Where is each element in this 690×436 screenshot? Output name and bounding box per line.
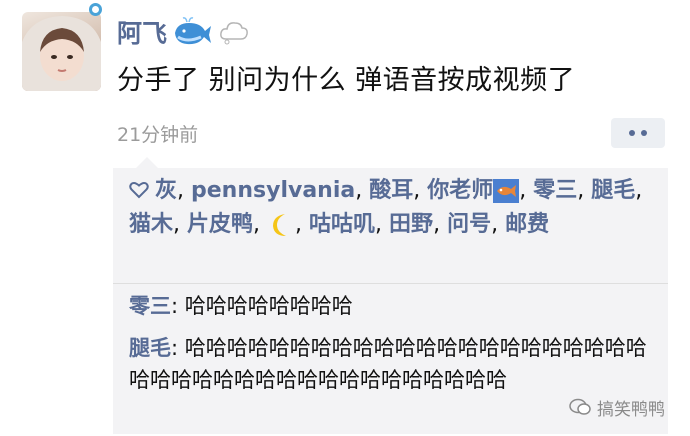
like-name[interactable]: 片皮鸭 bbox=[187, 212, 253, 237]
likes-list: 灰, pennsylvania, 酸耳, 你老师 , 零三, 腿毛, 猫木, 片… bbox=[129, 178, 643, 237]
watermark-text: 搞笑鸭鸭 bbox=[597, 399, 665, 420]
like-name[interactable]: 零三 bbox=[533, 178, 577, 203]
watermark: 搞笑鸭鸭 bbox=[569, 394, 665, 420]
post-header: 阿飞 bbox=[117, 15, 249, 49]
status-dot bbox=[89, 3, 102, 16]
like-name[interactable]: 腿毛 bbox=[591, 178, 635, 203]
like-name[interactable]: 田野 bbox=[389, 212, 433, 237]
comment-text: 哈哈哈哈哈哈哈哈 bbox=[184, 294, 353, 318]
like-name[interactable]: 你老师 bbox=[427, 178, 493, 203]
avatar[interactable] bbox=[22, 12, 101, 91]
like-name[interactable]: 邮费 bbox=[505, 212, 549, 237]
panel-arrow bbox=[136, 157, 158, 168]
cloud-emoji-icon bbox=[220, 22, 248, 45]
username-link[interactable]: 阿飞 bbox=[117, 14, 167, 50]
more-button[interactable] bbox=[611, 118, 665, 148]
like-name[interactable]: 问号 bbox=[447, 212, 491, 237]
chat-bubble-icon bbox=[569, 398, 591, 415]
like-name[interactable]: 酸耳 bbox=[369, 178, 413, 203]
comment-item[interactable]: 零三: 哈哈哈哈哈哈哈哈 bbox=[129, 290, 657, 322]
post-text: 分手了 别问为什么 弹语音按成视频了 bbox=[117, 65, 576, 96]
more-dot-icon bbox=[641, 130, 647, 136]
comment-author[interactable]: 腿毛 bbox=[129, 336, 171, 360]
post-timestamp: 21分钟前 bbox=[117, 124, 199, 146]
more-dot-icon bbox=[629, 130, 635, 136]
whale-emoji-icon bbox=[175, 17, 212, 45]
like-name[interactable]: pennsylvania bbox=[191, 178, 355, 203]
like-name[interactable]: 猫木 bbox=[129, 212, 173, 237]
comment-author[interactable]: 零三 bbox=[129, 294, 171, 318]
like-name[interactable]: 灰 bbox=[155, 178, 177, 203]
comment-text: 哈哈哈哈哈哈哈哈哈哈哈哈哈哈哈哈哈哈哈哈哈哈哈哈哈哈哈哈哈哈哈哈哈哈哈哈哈哈哈哈 bbox=[129, 336, 647, 392]
comment-item[interactable]: 腿毛: 哈哈哈哈哈哈哈哈哈哈哈哈哈哈哈哈哈哈哈哈哈哈哈哈哈哈哈哈哈哈哈哈哈哈哈哈… bbox=[129, 332, 657, 396]
like-name[interactable]: 咕咕叽 bbox=[309, 212, 375, 237]
divider bbox=[113, 283, 668, 284]
heart-outline-icon bbox=[129, 181, 149, 199]
fish-emoji-icon bbox=[493, 179, 520, 203]
crescent-moon-emoji-icon bbox=[273, 214, 287, 236]
